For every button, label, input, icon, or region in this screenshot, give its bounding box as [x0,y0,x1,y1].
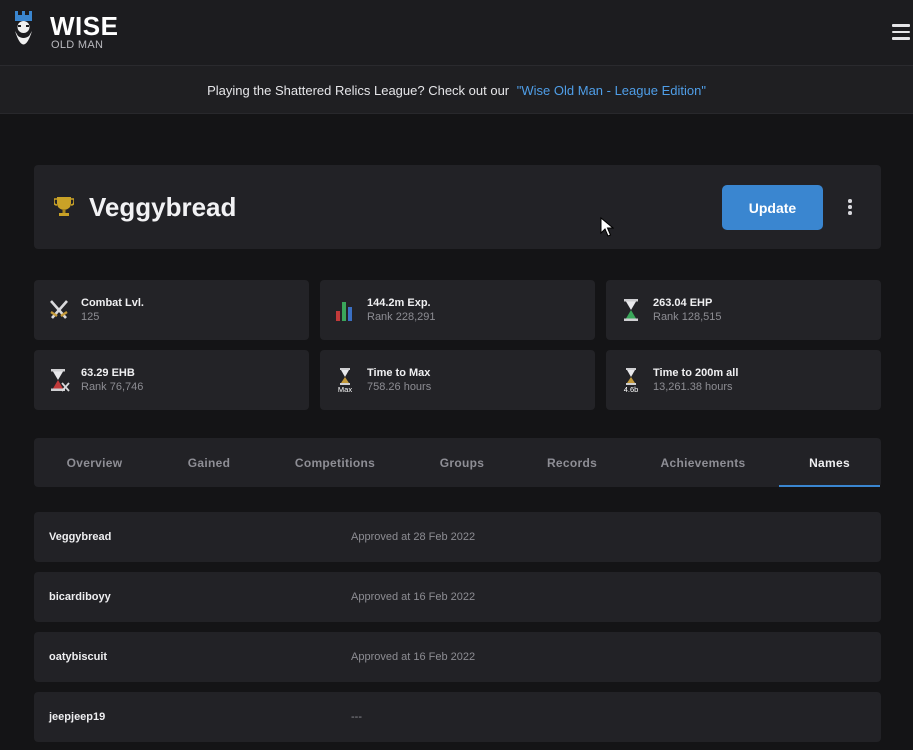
tab-groups[interactable]: Groups [407,438,517,487]
stat-title: Time to 200m all [653,367,739,379]
stat-title: Combat Lvl. [81,297,144,309]
crossed-swords-icon [50,300,68,319]
stat-title: Time to Max [367,367,431,379]
approval-date: --- [351,711,362,723]
more-options-icon[interactable] [846,199,854,217]
wise-old-man-logo-icon [15,11,32,45]
tab-gained[interactable]: Gained [155,438,263,487]
tab-achievements[interactable]: Achievements [627,438,779,487]
previous-name: jeepjeep19 [49,711,106,723]
stat-value: 758.26 hours [367,381,432,393]
stat-card-time-to-200m: 4.6b Time to 200m all 13,261.38 hours [606,350,881,410]
hourglass-boss-icon [51,369,70,392]
stat-value: Rank 128,515 [653,311,722,323]
previous-name: oatybiscuit [49,651,108,663]
hamburger-menu-icon[interactable] [892,24,912,40]
previous-name: Veggybread [49,531,112,543]
hourglass-max-icon: Max [338,368,352,393]
app-logo[interactable]: WISE OLD MAN [12,10,122,56]
stat-card-experience: 144.2m Exp. Rank 228,291 [320,280,595,340]
list-item: bicardiboyy Approved at 16 Feb 2022 [34,572,881,622]
list-item: Veggybread Approved at 28 Feb 2022 [34,512,881,562]
trophy-icon [54,197,74,216]
list-item: oatybiscuit Approved at 16 Feb 2022 [34,632,881,682]
stat-card-ehp: 263.04 EHP Rank 128,515 [606,280,881,340]
tab-overview[interactable]: Overview [34,438,155,487]
stat-value: Rank 76,746 [81,381,144,393]
mouse-cursor-icon [600,217,614,237]
approval-date: Approved at 16 Feb 2022 [351,591,476,603]
svg-text:Max: Max [338,385,352,393]
tab-competitions[interactable]: Competitions [263,438,407,487]
stat-title: 63.29 EHB [81,367,135,379]
player-name: Veggybread [89,192,237,222]
stat-title: 263.04 EHP [653,297,713,309]
app-subtitle: OLD MAN [51,39,104,51]
svg-text:4.6b: 4.6b [624,385,639,393]
profile-tabs: Overview Gained Competitions Groups Reco… [34,438,881,487]
stat-value: 13,261.38 hours [653,381,733,393]
previous-name: bicardiboyy [49,591,111,603]
approval-date: Approved at 28 Feb 2022 [351,531,476,543]
stat-value: 125 [81,311,100,323]
approval-date: Approved at 16 Feb 2022 [351,651,476,663]
app-title: WISE [50,11,119,41]
tab-records[interactable]: Records [517,438,627,487]
league-edition-link[interactable]: "Wise Old Man - League Edition" [517,83,706,98]
hourglass-icon [624,299,638,321]
stat-card-combat: Combat Lvl. 125 [34,280,309,340]
banner-text: Playing the Shattered Relics League? Che… [207,83,510,98]
bar-chart-icon [336,302,352,321]
stat-card-time-to-max: Max Time to Max 758.26 hours [320,350,595,410]
stat-value: Rank 228,291 [367,311,436,323]
hourglass-200m-icon: 4.6b [624,368,639,393]
player-header: Veggybread Update [34,165,881,249]
update-button[interactable]: Update [722,185,823,230]
stat-card-ehb: 63.29 EHB Rank 76,746 [34,350,309,410]
league-banner: Playing the Shattered Relics League? Che… [0,66,913,114]
stat-title: 144.2m Exp. [367,297,431,309]
top-bar: WISE OLD MAN [0,0,913,66]
list-item: jeepjeep19 --- [34,692,881,742]
tab-names[interactable]: Names [779,438,880,487]
